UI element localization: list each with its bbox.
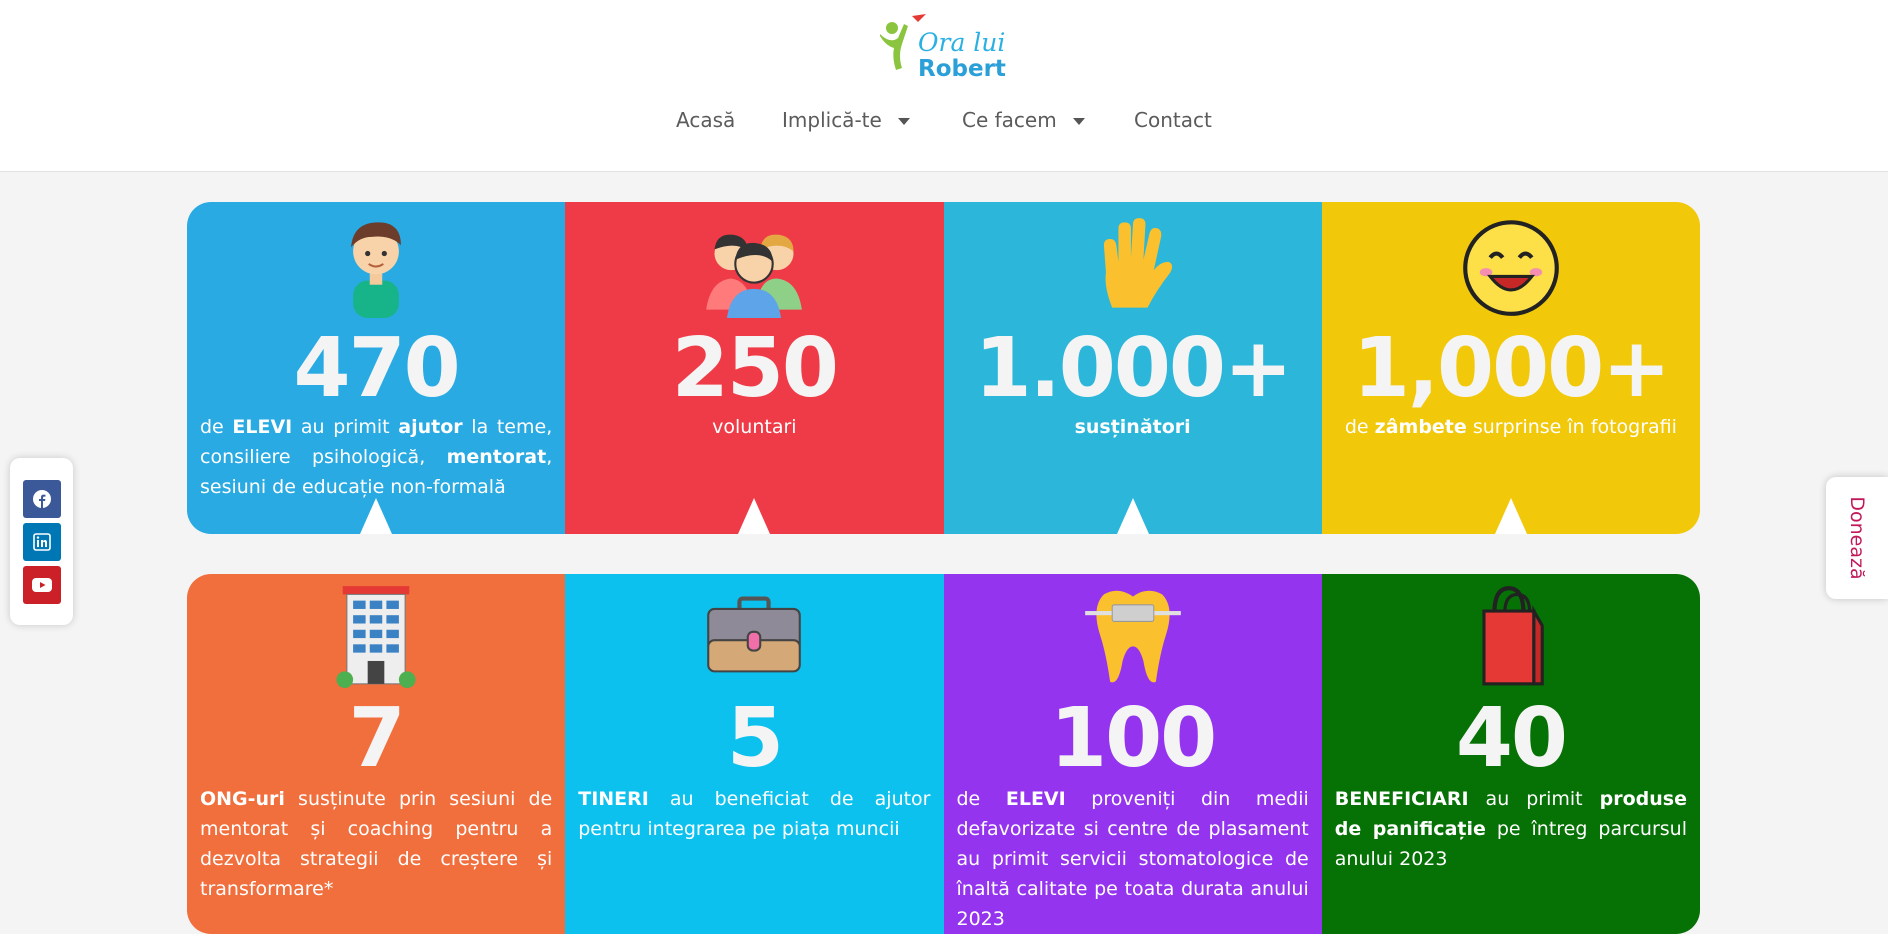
description-highlight: ONG-uri [200,788,285,810]
description-highlight: TINERI [578,788,649,810]
description-text: voluntari [712,416,797,438]
nav-item-acasa[interactable]: Acasă [676,108,735,132]
volunteers-group-icon [706,234,803,318]
stat-number: 100 [1050,691,1217,786]
tooth-braces-icon [1084,590,1181,683]
nav-label: Ce facem [962,108,1057,132]
nav-item-implica-te[interactable]: Implică-te [782,108,910,132]
stat-description: susținători [957,412,1309,442]
stat-number: 40 [1455,691,1568,786]
stat-number: 5 [726,691,784,786]
chevron-down-icon [897,118,910,125]
description-highlight: susținători [1074,416,1191,438]
stats-row-1: 470 de ELEVI au primit ajutor la teme, c… [187,202,1700,534]
stat-description: TINERI au beneficiat de ajutor pentru in… [578,784,930,844]
stat-description: de ELEVI au primit ajutor la teme, consi… [200,412,552,502]
stat-card-stomatologie: 100 de ELEVI proveniți din medii defavor… [943,574,1322,934]
stat-description: voluntari [578,412,930,442]
linkedin-icon [33,533,51,551]
stat-number: 470 [293,321,461,416]
description-text: de [200,416,233,438]
main-nav: Acasă Implică-te Ce facem Contact [0,108,1888,138]
description-text: de [1344,416,1375,438]
description-highlight: BENEFICIARI [1334,788,1469,810]
stat-number: 1.000+ [974,321,1293,416]
description-text: au primit [1468,788,1600,810]
pointer-triangle [1494,498,1527,534]
stat-card-tineri: 5 TINERI au beneficiat de ajutor pentru … [565,574,944,934]
facebook-button[interactable] [23,480,61,518]
description-text: au primit [292,416,399,438]
youtube-button[interactable] [23,566,61,604]
facebook-icon [33,490,51,508]
site-header: Ora lui Robert Acasă Implică-te Ce facem… [0,0,1888,172]
description-highlight: zâmbete [1374,416,1467,438]
logo-text-line2: Robert [918,56,1006,82]
social-share-bar [10,458,73,625]
stat-card-sustinatori: 1.000+ susținători [943,202,1322,534]
description-text: surprinse în fotografii [1466,416,1677,438]
chevron-down-icon [1072,118,1085,125]
smiley-face-icon [1463,220,1559,316]
stat-card-ong: 7 ONG-uri susținute prin sesiuni de ment… [187,574,566,934]
description-highlight: ELEVI [232,416,293,438]
pointer-triangle [1116,498,1149,534]
youtube-icon [32,578,52,592]
stat-description: ONG-uri susținute prin sesiuni de mentor… [200,784,552,904]
description-highlight: mentorat [446,446,547,468]
description-text: de [956,788,1006,810]
boy-icon [351,222,402,318]
stats-row-2: 7 ONG-uri susținute prin sesiuni de ment… [187,574,1700,934]
stat-card-voluntari: 250 voluntari [565,202,944,534]
briefcase-icon [707,596,802,673]
nav-label: Implică-te [782,108,882,132]
stat-card-elevi: 470 de ELEVI au primit ajutor la teme, c… [187,202,566,534]
logo-text-line1: Ora lui [918,28,1006,57]
pointer-triangle [360,498,393,534]
stat-number: 7 [348,691,406,786]
nav-item-contact[interactable]: Contact [1134,108,1212,132]
stat-number: 250 [671,321,839,416]
building-icon [336,586,416,688]
shopping-bag-icon [1482,586,1544,686]
nav-label: Acasă [676,108,736,132]
stat-description: BENEFICIARI au primit produse de panific… [1335,784,1687,874]
donate-label: Donează [1846,496,1868,580]
donate-button[interactable]: Donează [1826,477,1888,599]
pointer-triangle [738,498,771,534]
stat-description: de ELEVI proveniți din medii defavorizat… [957,784,1309,934]
raised-hand-icon [1103,218,1172,308]
nav-label: Contact [1134,108,1212,132]
stat-card-zambete: 1,000+ de zâmbete surprinse în fotografi… [1321,202,1700,534]
nav-item-ce-facem[interactable]: Ce facem [962,108,1085,132]
stat-description: de zâmbete surprinse în fotografii [1335,412,1687,442]
description-highlight: ajutor [398,416,463,438]
description-highlight: ELEVI [1005,788,1066,810]
site-logo[interactable]: Ora lui Robert [876,12,1016,86]
linkedin-button[interactable] [23,523,61,561]
stat-card-beneficiari: 40 BENEFICIARI au primit produse de pani… [1321,574,1700,934]
stat-number: 1,000+ [1352,321,1671,416]
